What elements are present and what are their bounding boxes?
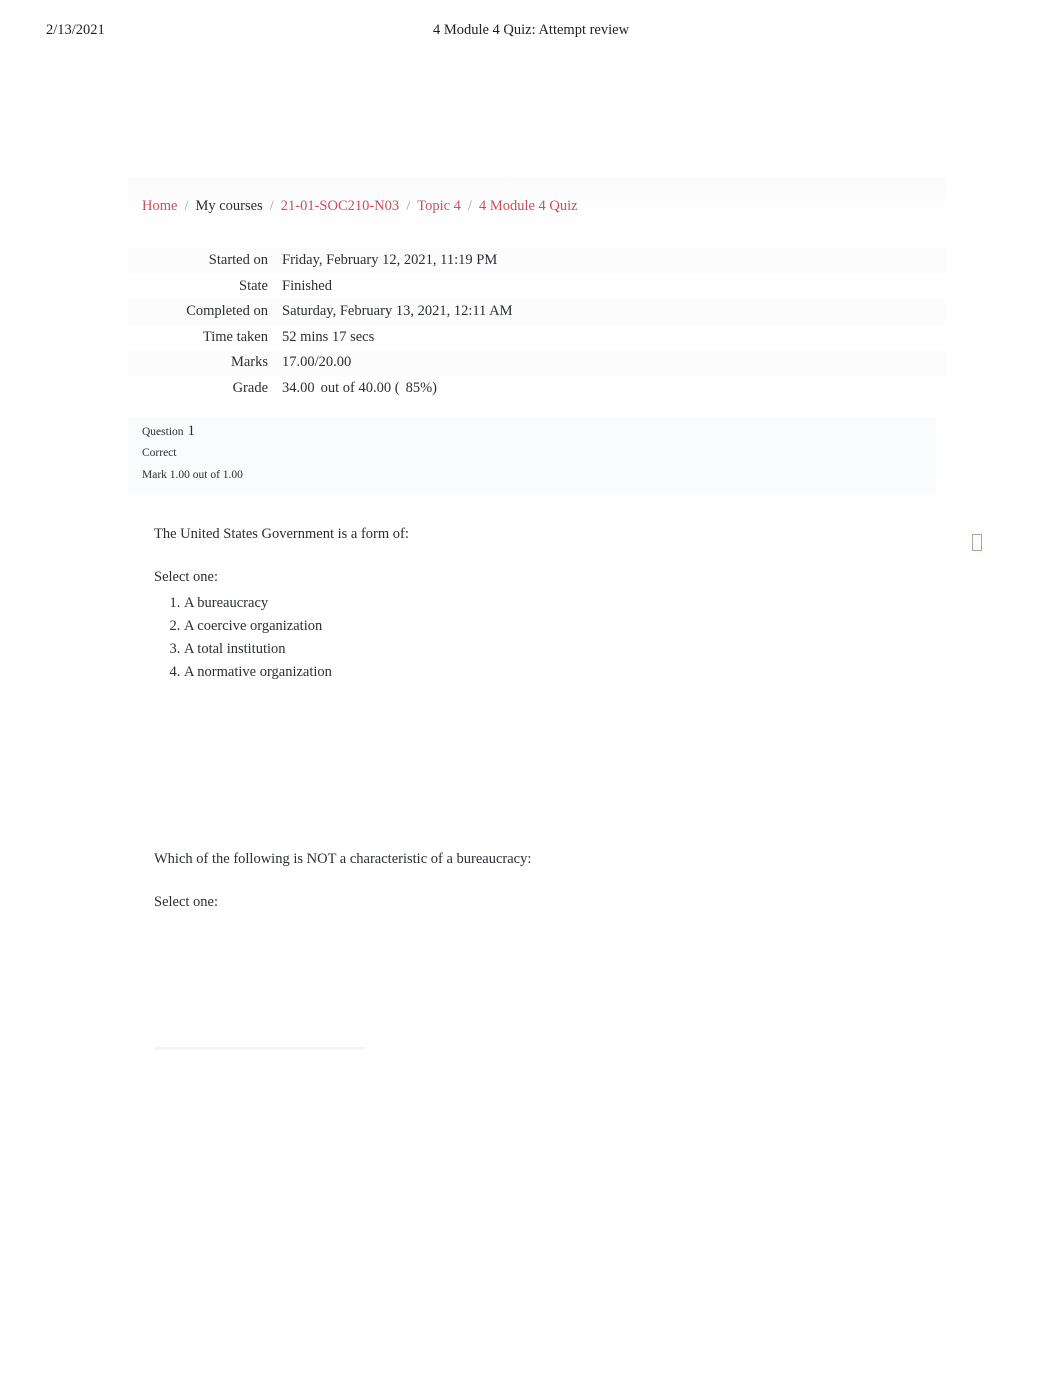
summary-value-state: Finished [282, 277, 332, 294]
answer-option[interactable]: A coercive organization [184, 616, 946, 636]
question-number-value: 1 [187, 423, 196, 439]
question-spacer [128, 685, 946, 803]
breadcrumb-item-course[interactable]: 21-01-SOC210-N03 [281, 198, 399, 214]
summary-value-time-taken: 52 mins 17 secs [282, 328, 375, 345]
table-row: Grade 34.00 out of 40.00 ( 85%) [128, 375, 946, 402]
question-number-label: Question [142, 426, 184, 438]
print-header: 2/13/2021 4 Module 4 Quiz: Attempt revie… [0, 22, 1062, 44]
question-content-1: The United States Government is a form o… [128, 494, 982, 682]
question-content-2: Which of the following is NOT a characte… [128, 819, 946, 912]
breadcrumb-bar: Home / My courses / 21-01-SOC210-N03 / Topic 4… [128, 178, 946, 230]
answer-option[interactable]: A bureaucracy [184, 593, 946, 613]
question-number: Question 1 [142, 423, 936, 441]
question-state: Correct [142, 447, 177, 459]
answer-option[interactable]: A normative organization [184, 662, 946, 682]
summary-label-marks: Marks [230, 354, 268, 370]
question-prompt: Select one: [154, 894, 219, 910]
answer-option[interactable]: A total institution [184, 639, 946, 659]
table-row: State Finished [128, 273, 946, 299]
attempt-summary-table: Started on Friday, February 12, 2021, 11… [128, 248, 946, 401]
summary-label-completed-on: Completed on [186, 303, 268, 319]
table-row: Time taken 52 mins 17 secs [128, 324, 946, 350]
breadcrumb-separator: / [269, 198, 274, 214]
breadcrumb-item-my-courses[interactable]: My courses [195, 198, 262, 214]
attempt-summary: Started on Friday, February 12, 2021, 11… [128, 230, 946, 401]
breadcrumb-separator: / [467, 198, 472, 214]
table-row: Marks 17.00/20.00 [128, 350, 946, 376]
faded-content-divider [154, 1047, 364, 1050]
question-info-panel: Question 1 Correct Mark 1.00 out of 1.00 [128, 417, 936, 494]
grade-percent-suffix: %) [420, 379, 437, 396]
grade-out-of: out of 40.00 ( [320, 379, 400, 396]
question-prompt: Select one: [154, 569, 219, 585]
summary-label-grade: Grade [232, 379, 268, 396]
summary-label-time-taken: Time taken [202, 328, 268, 345]
breadcrumb-separator: / [184, 198, 189, 214]
breadcrumb-item-topic[interactable]: Topic 4 [417, 198, 461, 214]
summary-label-state: State [239, 277, 268, 294]
grade-points: 34.00 [282, 379, 315, 396]
breadcrumb: Home / My courses / 21-01-SOC210-N03 / Topic 4… [142, 196, 946, 216]
print-title: 4 Module 4 Quiz: Attempt review [432, 22, 630, 38]
correct-check-icon [972, 534, 982, 551]
summary-value-completed-on: Saturday, February 13, 2021, 12:11 AM [282, 303, 513, 319]
summary-value-marks: 17.00/20.00 [282, 354, 352, 370]
question-text: Which of the following is NOT a characte… [154, 851, 532, 867]
question-text: The United States Government is a form o… [154, 526, 409, 542]
table-row: Completed on Saturday, February 13, 2021… [128, 299, 946, 325]
breadcrumb-item-quiz[interactable]: 4 Module 4 Quiz [479, 198, 578, 214]
page-container: Home / My courses / 21-01-SOC210-N03 / Topic 4… [128, 178, 982, 1050]
answer-options-list: A bureaucracy A coercive organization A … [154, 593, 946, 682]
grade-percent: 85 [405, 379, 421, 396]
summary-value-started-on: Friday, February 12, 2021, 11:19 PM [282, 252, 498, 268]
question-mark: Mark 1.00 out of 1.00 [142, 469, 243, 481]
breadcrumb-item-home[interactable]: Home [142, 198, 177, 214]
question-block-1: Question 1 Correct Mark 1.00 out of 1.00 … [128, 417, 982, 682]
question-block-2: Which of the following is NOT a characte… [128, 819, 946, 1050]
summary-value-grade: 34.00 out of 40.00 ( 85%) [276, 376, 946, 402]
table-row: Started on Friday, February 12, 2021, 11… [128, 248, 946, 274]
breadcrumb-separator: / [406, 198, 411, 214]
summary-label-started-on: Started on [208, 252, 268, 268]
